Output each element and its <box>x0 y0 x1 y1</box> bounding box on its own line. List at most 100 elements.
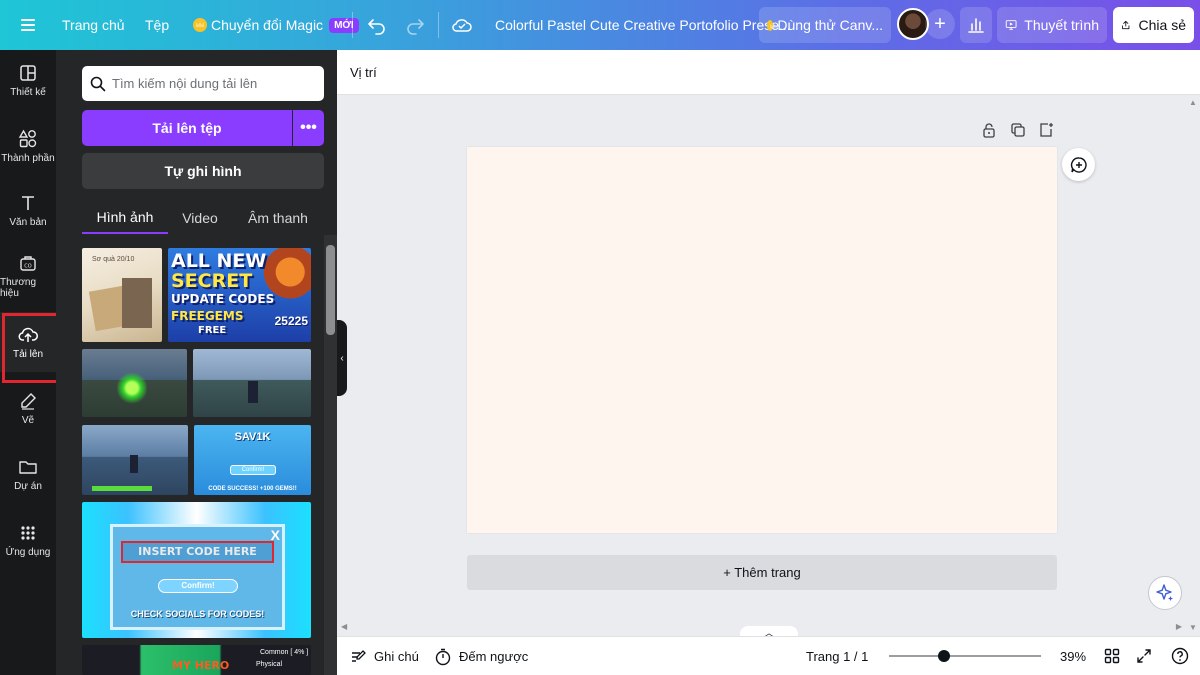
design-page[interactable] <box>467 147 1057 533</box>
cloud-save-button[interactable] <box>451 0 473 50</box>
thumbnail-caption: Sơ quà 20/10 <box>92 256 135 263</box>
chevron-left-icon: ‹ <box>340 352 344 364</box>
upload-thumbnail-game-3[interactable] <box>82 425 188 495</box>
thumbnail-text: ALL NEW <box>171 250 267 272</box>
magic-assistant-button[interactable] <box>1148 576 1182 610</box>
tab-audio[interactable]: Âm thanh <box>240 202 316 234</box>
rail-item-elements[interactable]: Thành phần <box>0 116 56 176</box>
home-link[interactable]: Trang chủ <box>62 0 125 50</box>
upload-thumbnail-game-2[interactable] <box>193 349 311 417</box>
file-menu[interactable]: Tệp <box>145 0 169 50</box>
insights-button[interactable] <box>960 7 992 43</box>
add-collaborator-button[interactable]: + <box>925 9 955 39</box>
notes-button[interactable]: Ghi chú <box>349 637 419 675</box>
uploads-highlight-box <box>2 313 62 383</box>
divider <box>352 12 353 38</box>
position-button[interactable]: Vị trí <box>350 65 377 80</box>
thumbnail-text: UPDATE CODES <box>171 292 275 306</box>
rail-item-design[interactable]: Thiết kế <box>0 50 56 110</box>
zoom-slider[interactable] <box>889 655 1041 657</box>
scroll-up-icon[interactable]: ▲ <box>1189 98 1197 107</box>
rail-item-projects[interactable]: Dự án <box>0 444 56 504</box>
glow-shape <box>117 371 147 405</box>
sparkle-icon <box>1156 584 1173 601</box>
add-comment-button[interactable] <box>1062 148 1095 181</box>
tab-videos[interactable]: Video <box>174 202 226 234</box>
thumbnail-text: Physical <box>256 661 283 668</box>
magic-switch-label: Chuyển đổi Magic <box>211 17 324 33</box>
timer-label: Đếm ngược <box>459 649 529 664</box>
code-card: INSERT CODE HERE Confirm! CHECK SOCIALS … <box>110 524 285 630</box>
search-box[interactable] <box>82 66 324 101</box>
scroll-right-icon[interactable]: ▶ <box>1176 622 1182 631</box>
redo-button[interactable] <box>405 0 425 50</box>
fullscreen-button[interactable] <box>1134 646 1154 666</box>
character-shape <box>248 381 258 403</box>
magic-switch-button[interactable]: Chuyển đổi Magic MỚI <box>193 0 359 50</box>
grid-view-button[interactable] <box>1102 646 1122 666</box>
canvas-vertical-scrollbar[interactable]: ▲ ▼ <box>1186 95 1200 635</box>
panel-scrollbar[interactable] <box>324 235 337 675</box>
search-icon <box>90 76 106 91</box>
comment-plus-icon <box>1070 156 1087 173</box>
share-button[interactable]: Chia sẻ <box>1113 7 1194 43</box>
try-pro-button[interactable]: Dùng thử Canv... <box>759 7 891 43</box>
rail-label: Dự án <box>14 480 42 492</box>
lock-page-button[interactable] <box>980 121 998 139</box>
zoom-slider-handle[interactable] <box>937 650 950 662</box>
context-toolbar: Vị trí <box>337 50 1200 95</box>
grid-view-icon <box>1104 648 1120 664</box>
rail-item-apps[interactable]: Ứng dụng <box>0 510 56 570</box>
undo-button[interactable] <box>367 0 387 50</box>
upload-options-button[interactable]: ••• <box>293 110 324 146</box>
timer-button[interactable]: Đếm ngược <box>434 637 528 675</box>
upload-thumbnail-insert-code[interactable]: INSERT CODE HERE Confirm! CHECK SOCIALS … <box>82 502 311 638</box>
add-page-icon <box>1040 123 1053 137</box>
more-dots-icon: ••• <box>300 119 317 136</box>
rail-item-draw[interactable]: Vẽ <box>0 378 56 438</box>
document-title[interactable]: Colorful Pastel Cute Creative Portofolio… <box>495 0 791 50</box>
panel-scrollbar-thumb[interactable] <box>326 245 335 335</box>
thumbnail-text: X <box>270 527 280 543</box>
upload-thumbnail-gift[interactable]: Sơ quà 20/10 <box>82 248 162 342</box>
plus-icon: + <box>934 12 946 35</box>
thumbnail-text: FREE <box>198 325 227 336</box>
present-button[interactable]: Thuyết trình <box>997 7 1107 43</box>
top-bar: Trang chủ Tệp Chuyển đổi Magic MỚI Color… <box>0 0 1200 50</box>
redo-icon <box>407 19 424 35</box>
upload-thumbnail-code-success[interactable]: SAV1K Confirm! CODE SUCCESS! +100 GEMS!! <box>194 425 311 495</box>
collapse-panel-button[interactable]: ‹ <box>337 320 347 396</box>
notes-icon <box>352 649 366 662</box>
upload-files-button[interactable]: Tải lên tệp <box>82 110 292 146</box>
rail-label: Vẽ <box>21 414 35 426</box>
page-indicator[interactable]: Trang 1 / 1 <box>806 637 868 675</box>
add-page-button[interactable] <box>1037 121 1055 139</box>
share-icon <box>1122 20 1130 30</box>
scroll-left-icon[interactable]: ◀ <box>341 622 347 631</box>
divider <box>438 12 439 38</box>
rail-item-text[interactable]: Văn bản <box>0 180 56 240</box>
upload-thumbnail-secret-codes[interactable]: ALL NEW SECRET UPDATE CODES FREEGEMS FRE… <box>168 248 311 342</box>
thumbnail-text: CODE SUCCESS! +100 GEMS!! <box>208 486 297 492</box>
rail-label: Văn bản <box>9 216 47 228</box>
search-input[interactable] <box>112 76 312 91</box>
upload-thumbnail-game-1[interactable] <box>82 349 187 417</box>
rail-label: Ứng dụng <box>5 546 51 558</box>
scroll-down-icon[interactable]: ▼ <box>1189 623 1197 632</box>
rail-item-brand[interactable]: CO Thương hiệu <box>0 246 56 306</box>
cloud-check-icon <box>452 19 472 32</box>
record-yourself-button[interactable]: Tự ghi hình <box>82 153 324 189</box>
duplicate-page-button[interactable] <box>1009 121 1027 139</box>
add-page-bar[interactable]: + Thêm trang <box>467 555 1057 590</box>
upload-thumbnail-my-hero[interactable]: MY HERO Common [ 4% ] Physical <box>82 645 311 675</box>
menu-button[interactable] <box>14 0 42 50</box>
apps-grid-icon <box>21 525 35 540</box>
bar-chart-icon <box>968 18 984 33</box>
help-button[interactable] <box>1170 646 1190 666</box>
zoom-level[interactable]: 39% <box>1060 637 1086 675</box>
brand-icon: CO <box>20 256 36 271</box>
help-icon <box>1171 647 1189 665</box>
duplicate-icon <box>1011 123 1025 137</box>
new-badge: MỚI <box>329 17 359 33</box>
tab-images[interactable]: Hình ảnh <box>82 202 168 234</box>
